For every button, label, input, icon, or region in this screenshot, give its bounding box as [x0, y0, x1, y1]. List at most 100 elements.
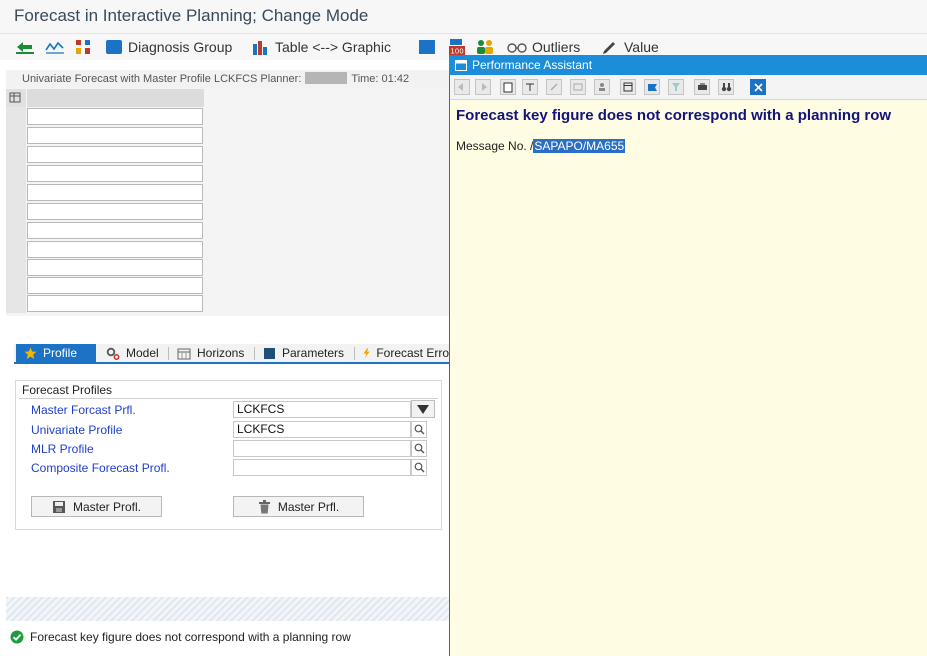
blue-square-button[interactable] [418, 36, 436, 58]
grid-cell[interactable] [27, 165, 203, 182]
master-profile-dropdown[interactable] [411, 400, 435, 418]
tab-label: Forecast Erro [376, 346, 449, 360]
back-arrow-icon [16, 42, 34, 54]
status-bar: Forecast key figure does not correspond … [0, 626, 449, 648]
table-graphic-label: Table <--> Graphic [275, 39, 391, 55]
print-button[interactable] [694, 79, 710, 95]
save-master-profile-button[interactable]: Master Profl. [31, 496, 162, 517]
document-icon [503, 82, 513, 92]
print-icon [697, 83, 707, 90]
mlr-profile-input[interactable] [233, 440, 411, 457]
filter-icon [672, 83, 680, 91]
message-number: Message No. /SAPAPO/MA655 [456, 139, 626, 153]
grid-cell[interactable] [27, 259, 203, 276]
calendar-icon [623, 82, 633, 92]
grid-select-all[interactable] [6, 89, 26, 107]
filter-button[interactable] [668, 79, 684, 95]
arrow-right-icon [482, 83, 487, 91]
pencil-icon [603, 42, 615, 54]
bar-chart-button[interactable] [74, 36, 94, 58]
mlr-profile-search[interactable] [411, 440, 427, 457]
flag-button[interactable] [644, 79, 660, 95]
line-chart-button[interactable] [45, 36, 65, 58]
edit-icon [550, 83, 558, 91]
composite-profile-label: Composite Forecast Profl. [31, 461, 170, 475]
window-icon [455, 59, 467, 71]
table-graphic-button[interactable]: Table <--> Graphic [252, 36, 391, 58]
tab-model[interactable]: Model [98, 344, 168, 362]
composite-profile-search[interactable] [411, 459, 427, 476]
tab-horizons[interactable]: Horizons [169, 344, 254, 362]
star-icon [24, 347, 37, 359]
search-icon [414, 443, 424, 454]
tab-label: Profile [43, 346, 78, 360]
grid-cell[interactable] [27, 127, 203, 144]
arrow-left-icon [458, 83, 463, 91]
tab-parameters[interactable]: Parameters [255, 344, 353, 362]
composite-profile-input[interactable] [233, 459, 411, 476]
trash-icon [258, 499, 270, 513]
diagnosis-group-button[interactable]: Diagnosis Group [105, 36, 232, 58]
forecast-time: Time: 01:42 [351, 73, 410, 85]
univariate-profile-label: Univariate Profile [31, 423, 123, 437]
grid-cell[interactable] [27, 277, 203, 294]
people-icon [477, 40, 493, 54]
back-button[interactable] [454, 79, 470, 95]
grid-cell[interactable] [27, 146, 203, 163]
value-label: Value [624, 39, 659, 55]
back-arrow-button[interactable] [15, 36, 35, 58]
status-message: Forecast key figure does not correspond … [30, 630, 351, 644]
grid-cell[interactable] [27, 184, 203, 201]
glossary-icon [573, 83, 583, 91]
grid-column-header [27, 89, 204, 107]
grid-cell[interactable] [27, 295, 203, 312]
glossary-button[interactable] [570, 79, 586, 95]
grid-cell[interactable] [27, 203, 203, 220]
master-profile-input[interactable]: LCKFCS [233, 401, 411, 418]
tab-label: Model [126, 346, 159, 360]
mlr-profile-label: MLR Profile [31, 442, 94, 456]
calendar-icon [177, 348, 191, 359]
delete-master-profile-button[interactable]: Master Prfl. [233, 496, 364, 517]
search-icon [414, 424, 424, 435]
success-check-icon [10, 630, 24, 644]
technical-info-button[interactable] [522, 79, 538, 95]
diagnosis-group-label: Diagnosis Group [128, 39, 233, 55]
triangle-down-icon [417, 404, 429, 414]
tab-profile[interactable]: Profile [16, 344, 96, 362]
user-settings-icon [599, 83, 605, 91]
message-number-code[interactable]: SAPAPO/MA655 [533, 139, 626, 153]
redacted-planner [305, 72, 348, 84]
find-button[interactable] [718, 79, 734, 95]
calendar-100-icon: 100 [449, 39, 465, 56]
edit-button[interactable] [546, 79, 562, 95]
grid-row-headers [6, 107, 26, 313]
flag-icon [647, 83, 657, 91]
blue-square-icon [106, 40, 122, 54]
save-master-profile-label: Master Profl. [72, 499, 141, 514]
univariate-profile-search[interactable] [411, 421, 427, 438]
window-title: Forecast in Interactive Planning; Change… [14, 6, 369, 25]
performance-assistant-titlebar[interactable]: Performance Assistant [449, 55, 927, 75]
table-graphic-icon [253, 41, 267, 55]
calendar-button[interactable] [620, 79, 636, 95]
univariate-profile-input[interactable]: LCKFCS [233, 421, 411, 438]
grid-cell[interactable] [27, 241, 203, 258]
user-settings-button[interactable] [594, 79, 610, 95]
gears-icon [106, 347, 120, 360]
group-divider [19, 398, 438, 399]
tab-forecast-errors[interactable]: Forecast Erro [355, 344, 449, 362]
grid-cell[interactable] [27, 108, 203, 125]
forward-button[interactable] [475, 79, 491, 95]
performance-assistant-title: Performance Assistant [472, 58, 593, 72]
search-icon [414, 462, 424, 473]
master-profile-label: Master Forcast Prfl. [31, 403, 136, 417]
grid-cell[interactable] [27, 222, 203, 239]
close-button[interactable] [750, 79, 766, 95]
technical-info-icon [526, 83, 534, 91]
document-button[interactable] [500, 79, 516, 95]
hatched-area [6, 597, 449, 621]
tab-label: Parameters [282, 346, 345, 360]
blue-square-icon [419, 40, 435, 54]
parameters-icon [264, 347, 275, 359]
